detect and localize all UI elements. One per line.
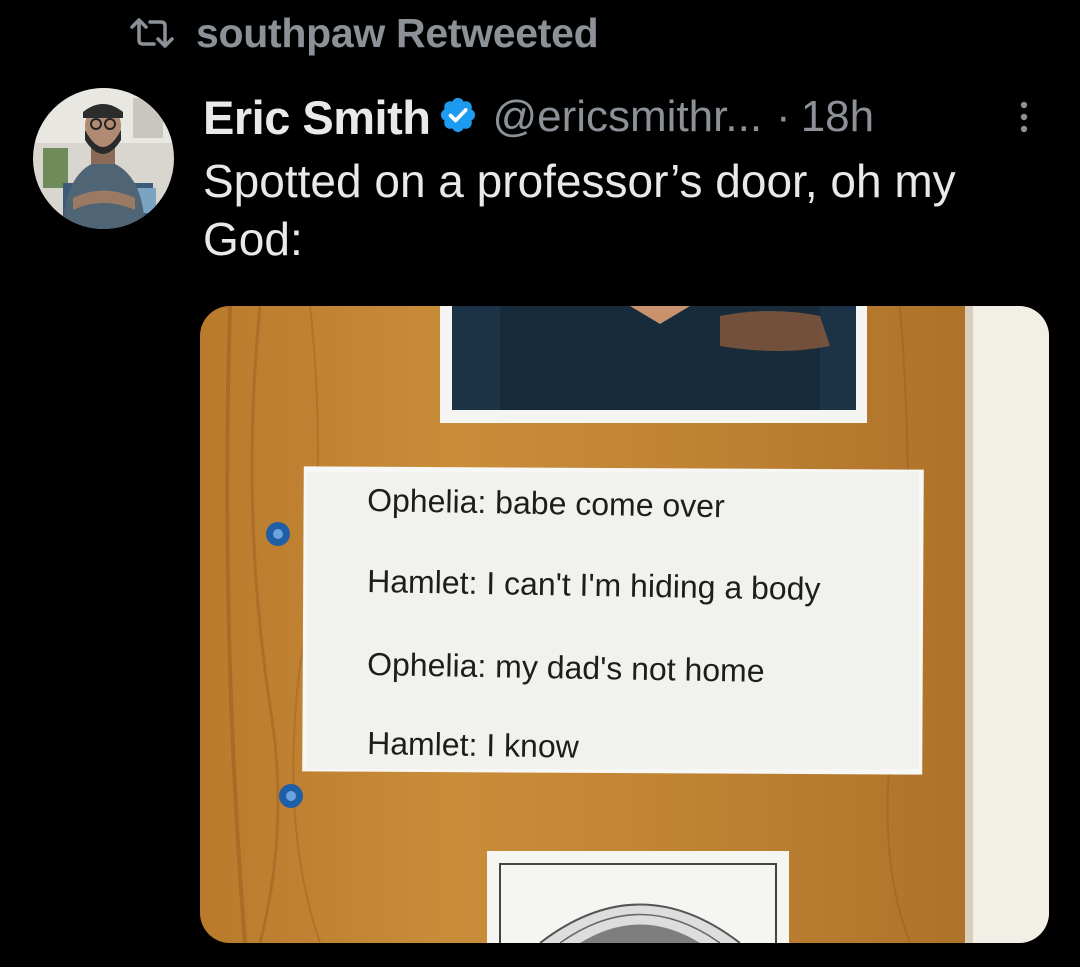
retweet-header[interactable]: southpaw Retweeted: [130, 8, 599, 58]
note-line: Hamlet: I know: [367, 725, 580, 765]
author-name[interactable]: Eric Smith: [203, 90, 431, 145]
author-handle[interactable]: @ericsmithr...: [492, 92, 762, 142]
tweet-text: Spotted on a professor’s door, oh my God…: [203, 155, 956, 265]
retweet-label: southpaw Retweeted: [196, 9, 599, 56]
tweet-page: southpaw Retweeted Eric Smith @ericsmith…: [0, 0, 1080, 967]
note-line: Ophelia: my dad's not home: [367, 646, 765, 689]
note-line: Ophelia: babe come over: [367, 482, 725, 524]
verified-badge-icon[interactable]: [438, 95, 478, 140]
retweet-icon: [130, 16, 174, 50]
separator-dot: ·: [776, 92, 791, 141]
tweet-photo[interactable]: Ophelia: babe come over Hamlet: I can't …: [200, 306, 1049, 943]
tweet-timestamp[interactable]: 18h: [801, 92, 874, 142]
avatar[interactable]: [33, 88, 174, 229]
tweet-header: Eric Smith @ericsmithr... · 18h: [203, 86, 874, 148]
more-vertical-icon[interactable]: [1012, 96, 1036, 140]
